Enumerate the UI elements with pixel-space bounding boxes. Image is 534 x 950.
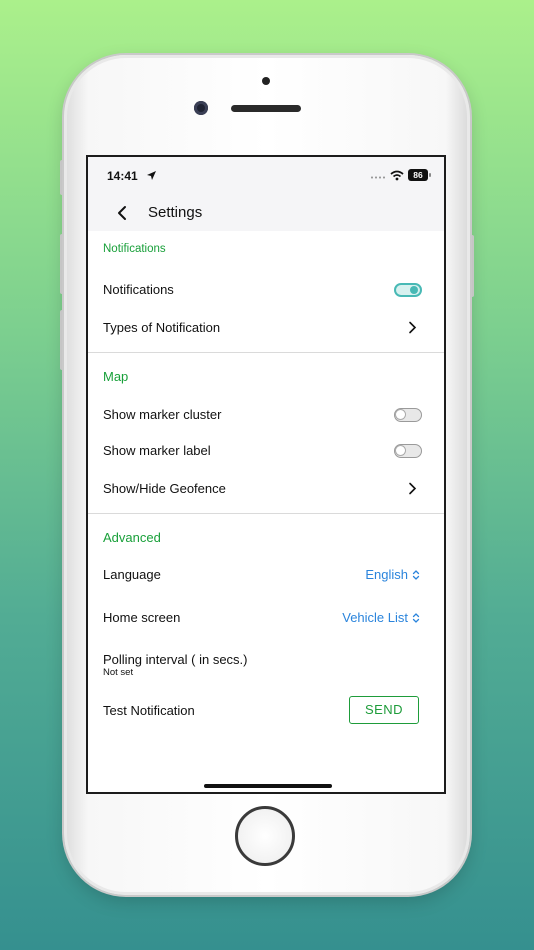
notifications-label: Notifications xyxy=(103,282,174,297)
language-value: English xyxy=(365,567,408,582)
home-indicator xyxy=(204,784,332,788)
battery-icon: 86 xyxy=(408,169,428,181)
chevron-up-down-icon xyxy=(412,612,420,623)
chevron-right-icon[interactable] xyxy=(408,482,417,495)
home-screen-picker[interactable]: Vehicle List xyxy=(342,610,420,625)
polling-interval-label[interactable]: Polling interval ( in secs.) xyxy=(103,652,248,667)
toggle-knob xyxy=(396,446,405,455)
section-divider xyxy=(88,513,444,514)
earpiece-speaker xyxy=(231,105,301,112)
home-button[interactable] xyxy=(235,806,295,866)
show-hide-geofence-label[interactable]: Show/Hide Geofence xyxy=(103,481,226,496)
send-test-notification-button[interactable]: SEND xyxy=(349,696,419,724)
back-chevron-icon[interactable] xyxy=(116,205,128,221)
front-camera xyxy=(194,101,208,115)
test-notification-label: Test Notification xyxy=(103,703,195,718)
section-title-map: Map xyxy=(103,369,129,384)
page-title: Settings xyxy=(148,204,203,221)
chevron-right-icon[interactable] xyxy=(408,321,417,334)
marker-cluster-toggle[interactable] xyxy=(394,408,422,422)
language-picker[interactable]: English xyxy=(365,567,420,582)
app-screen: 14:41 86 Settings Notifications Notifica… xyxy=(86,155,446,794)
status-time: 14:41 xyxy=(107,169,138,183)
location-arrow-icon xyxy=(147,171,156,180)
battery-tip xyxy=(429,173,431,177)
section-title-notifications: Notifications xyxy=(103,243,166,255)
section-divider xyxy=(88,352,444,353)
section-title-advanced: Advanced xyxy=(103,530,161,545)
polling-interval-value: Not set xyxy=(103,667,134,678)
wifi-icon xyxy=(390,170,404,181)
toggle-knob xyxy=(396,410,405,419)
signal-dots-icon xyxy=(370,176,386,179)
marker-label-toggle[interactable] xyxy=(394,444,422,458)
navigation-bar xyxy=(88,197,444,231)
toggle-knob xyxy=(410,286,418,294)
types-of-notification-label[interactable]: Types of Notification xyxy=(103,320,220,335)
home-screen-label: Home screen xyxy=(103,610,181,625)
language-label: Language xyxy=(103,567,161,582)
chevron-up-down-icon xyxy=(412,569,420,580)
show-marker-label-label: Show marker label xyxy=(103,443,211,458)
show-marker-cluster-label: Show marker cluster xyxy=(103,407,222,422)
proximity-sensor xyxy=(262,77,270,85)
notifications-toggle[interactable] xyxy=(394,283,422,297)
home-screen-value: Vehicle List xyxy=(342,610,408,625)
